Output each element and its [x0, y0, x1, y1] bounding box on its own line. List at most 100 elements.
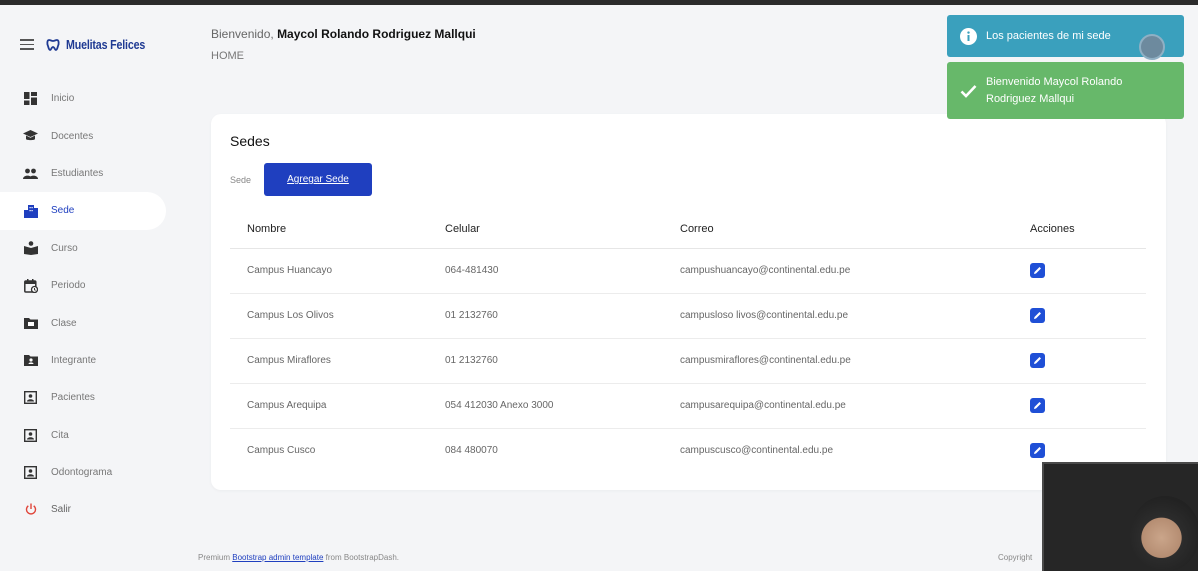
pencil-icon	[1034, 402, 1041, 409]
sidebar-item-inicio[interactable]: Inicio	[0, 80, 182, 117]
edit-button[interactable]	[1030, 398, 1045, 413]
sedes-table: Nombre Celular Correo Acciones Campus Hu…	[230, 210, 1146, 473]
cell-correo: campusloso livos@continental.edu.pe	[663, 293, 1013, 339]
table-header-row: Nombre Celular Correo Acciones	[230, 210, 1146, 249]
sidebar-item-curso[interactable]: Curso	[0, 230, 182, 267]
cell-acciones	[1013, 293, 1146, 339]
welcome-greeting: Bienvenido,	[211, 27, 274, 41]
breadcrumb: HOME	[211, 50, 244, 62]
sidebar-item-pacientes[interactable]: Pacientes	[0, 379, 182, 416]
card-title: Sedes	[230, 133, 270, 149]
sidebar-item-label: Clase	[51, 317, 77, 329]
book-icon	[23, 241, 38, 256]
cell-celular: 01 2132760	[428, 293, 663, 339]
table-row: Campus Los Olivos 01 2132760 campusloso …	[230, 293, 1146, 339]
filter-label: Sede	[230, 175, 252, 185]
sidebar-item-label: Inicio	[51, 93, 75, 105]
toast-info-text: Los pacientes de mi sede	[986, 29, 1111, 42]
cell-correo: campuscusco@continental.edu.pe	[680, 445, 834, 457]
cell-acciones	[1013, 248, 1146, 294]
tooth-icon	[46, 38, 60, 51]
edit-button[interactable]	[1030, 353, 1045, 368]
sidebar-item-label: Docentes	[51, 130, 94, 142]
sidebar-item-label: Periodo	[51, 280, 86, 292]
sidebar-item-label: Pacientes	[51, 392, 95, 404]
sidebar-nav: Inicio Docentes Estudiantes Sede Curso P…	[0, 80, 182, 524]
sedes-card: Sedes Sede Agregar Sede Nombre Celular C…	[211, 114, 1166, 490]
cell-celular: 084 480070	[445, 445, 498, 457]
footer-copyright: Copyright	[998, 553, 1033, 562]
sidebar-item-label: Curso	[51, 242, 78, 254]
folder-user-icon	[23, 353, 38, 368]
dashboard-icon	[23, 91, 38, 106]
column-header[interactable]: Nombre	[230, 210, 428, 249]
edit-button[interactable]	[1030, 308, 1045, 323]
logout-button[interactable]: Salir	[0, 494, 182, 524]
cell-nombre: Campus Arequipa	[230, 383, 428, 429]
cell-correo: campushuancayo@continental.edu.pe	[663, 248, 1013, 294]
toast-success-text: Bienvenido Maycol Rolando Rodriguez Mall…	[986, 75, 1123, 105]
pencil-icon	[1034, 357, 1041, 364]
sidebar-item-estudiantes[interactable]: Estudiantes	[0, 155, 182, 192]
building-icon	[23, 203, 38, 218]
toast-success[interactable]: Bienvenido Maycol Rolando Rodriguez Mall…	[947, 62, 1184, 119]
folder-icon	[23, 316, 38, 331]
add-sede-button[interactable]: Agregar Sede	[264, 163, 372, 196]
brand-name[interactable]: Muelitas Felices	[66, 37, 145, 52]
cell-acciones	[1013, 338, 1146, 384]
webcam-overlay	[1042, 462, 1198, 571]
footer-suffix: from BootstrapDash.	[325, 553, 400, 562]
logout-label: Salir	[51, 503, 72, 515]
edit-button[interactable]	[1030, 263, 1045, 278]
footer-credit: Premium Bootstrap admin template from Bo…	[198, 553, 399, 562]
cell-correo: campusarequipa@continental.edu.pe	[663, 383, 1013, 429]
cell-nombre: Campus Miraflores	[230, 338, 428, 384]
menu-icon[interactable]	[20, 39, 34, 50]
cell-celular: 054 412030 Anexo 3000	[428, 383, 663, 429]
cell-nombre: Campus Huancayo	[230, 248, 428, 294]
person-card-icon	[23, 390, 38, 405]
cell-acciones	[1013, 383, 1146, 429]
table-row: Campus Huancayo 064-481430 campushuancay…	[230, 248, 1146, 294]
pencil-icon	[1034, 447, 1041, 455]
column-header[interactable]: Celular	[428, 210, 663, 249]
sidebar-item-integrante[interactable]: Integrante	[0, 342, 182, 379]
welcome-message: Bienvenido, Maycol Rolando Rodriguez Mal…	[211, 27, 476, 41]
add-sede-label: Agregar Sede	[287, 174, 349, 185]
sidebar-item-sede[interactable]: Sede	[0, 192, 166, 230]
table-row: Campus Miraflores 01 2132760 campusmiraf…	[230, 338, 1146, 384]
edit-button[interactable]	[1030, 443, 1045, 459]
sidebar-item-label: Cita	[51, 429, 69, 441]
sidebar-item-label: Sede	[51, 205, 75, 217]
footer-template-link[interactable]: Bootstrap admin template	[232, 553, 323, 562]
power-icon	[23, 502, 38, 517]
graduation-cap-icon	[23, 129, 38, 144]
sidebar-item-periodo[interactable]: Periodo	[0, 267, 182, 304]
sidebar-item-label: Integrante	[51, 354, 97, 366]
calendar-icon	[23, 278, 38, 293]
user-name: Maycol Rolando Rodriguez Mallqui	[277, 27, 476, 41]
avatar[interactable]	[1139, 34, 1165, 60]
sidebar-item-clase[interactable]: Clase	[0, 304, 182, 341]
sidebar-item-cita[interactable]: Cita	[0, 417, 182, 454]
table-row: Campus Cusco 084 480070 campuscusco@cont…	[230, 428, 1146, 473]
sidebar-item-docentes[interactable]: Docentes	[0, 117, 182, 154]
person-card-icon	[23, 465, 38, 480]
cell-celular: 01 2132760	[428, 338, 663, 384]
column-header[interactable]: Acciones	[1013, 210, 1146, 249]
sidebar-item-label: Odontograma	[51, 467, 113, 479]
sidebar-item-odontograma[interactable]: Odontograma	[0, 454, 182, 491]
pencil-icon	[1034, 267, 1041, 274]
sidebar: Muelitas Felices Inicio Docentes Estudia…	[0, 5, 182, 571]
footer-prefix: Premium	[198, 553, 231, 562]
users-icon	[23, 166, 38, 181]
info-icon	[959, 27, 977, 45]
webcam-person-image	[1130, 496, 1198, 571]
sidebar-item-label: Estudiantes	[51, 167, 104, 179]
table-row: Campus Arequipa 054 412030 Anexo 3000 ca…	[230, 383, 1146, 429]
cell-celular: 064-481430	[428, 248, 663, 294]
person-card-icon	[23, 428, 38, 443]
column-header[interactable]: Correo	[663, 210, 1013, 249]
pencil-icon	[1034, 312, 1041, 319]
cell-nombre: Campus Los Olivos	[230, 293, 428, 339]
